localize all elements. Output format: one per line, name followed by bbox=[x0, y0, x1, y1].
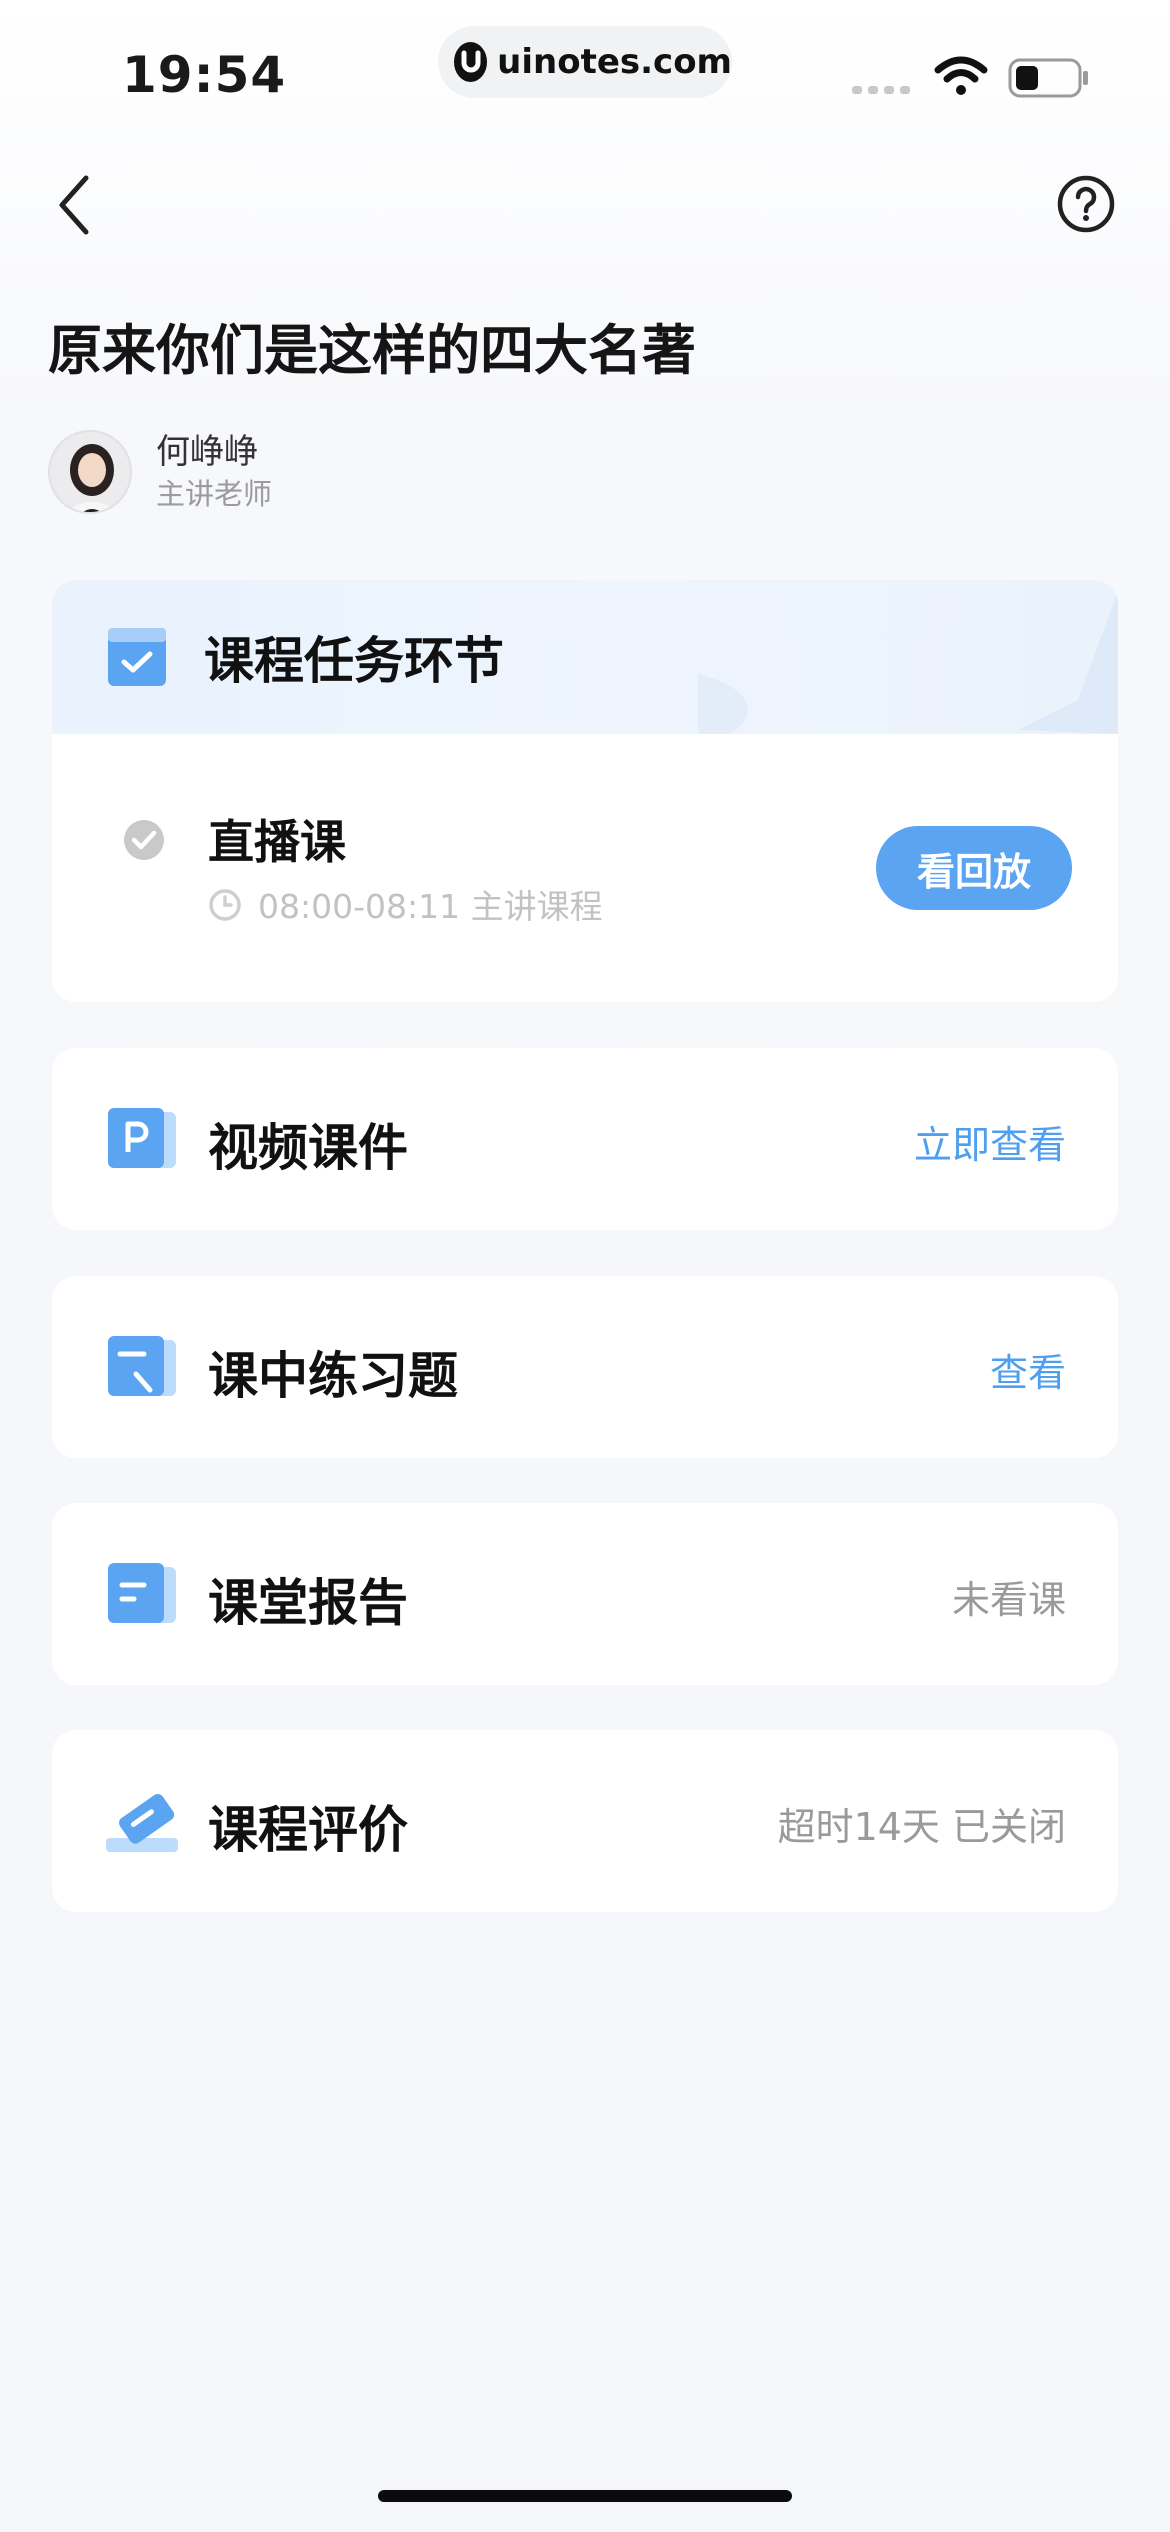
exercise-card[interactable]: 课中练习题 查看 bbox=[52, 1276, 1118, 1458]
report-status: 未看课 bbox=[951, 1578, 1066, 1622]
ppt-icon bbox=[108, 1108, 176, 1168]
status-time: 19:54 bbox=[122, 46, 287, 104]
course-evaluation-title: 课程评价 bbox=[208, 1801, 408, 1859]
watch-replay-button[interactable]: 看回放 bbox=[876, 826, 1072, 910]
help-button[interactable] bbox=[1056, 174, 1116, 234]
exercise-title: 课中练习题 bbox=[208, 1347, 458, 1405]
url-text: uinotes.com bbox=[497, 42, 732, 82]
report-icon bbox=[108, 1563, 176, 1623]
chevron-left-icon bbox=[59, 175, 89, 235]
exercise-icon bbox=[108, 1336, 176, 1396]
view-now-link[interactable]: 立即查看 bbox=[914, 1114, 1066, 1169]
header-decoration-icon bbox=[698, 590, 1118, 734]
url-pill[interactable]: uinotes.com bbox=[438, 26, 732, 98]
video-courseware-title: 视频课件 bbox=[208, 1119, 408, 1177]
eraser-icon bbox=[106, 1793, 178, 1852]
back-button[interactable] bbox=[50, 170, 100, 240]
course-evaluation-card[interactable]: 课程评价 超时14天 已关闭 bbox=[52, 1730, 1118, 1912]
live-class-title: 直播课 bbox=[208, 815, 346, 869]
class-report-card[interactable]: 课堂报告 未看课 bbox=[52, 1503, 1118, 1685]
teacher-name: 何峥峥 bbox=[156, 432, 258, 472]
course-task-card: 课程任务环节 bbox=[52, 580, 1118, 1002]
cellular-signal-icon bbox=[852, 86, 910, 94]
evaluation-status: 超时14天 已关闭 bbox=[777, 1805, 1066, 1849]
course-task-title: 课程任务环节 bbox=[204, 632, 504, 690]
site-logo-icon bbox=[454, 42, 488, 82]
status-bar: 19:54 uinotes.com bbox=[0, 0, 1170, 140]
live-class-time: 08:00-08:11 主讲课程 bbox=[258, 887, 603, 926]
page-title: 原来你们是这样的四大名著 bbox=[48, 319, 696, 382]
course-task-header: 课程任务环节 bbox=[52, 580, 1118, 734]
wifi-icon bbox=[934, 56, 988, 95]
battery-icon bbox=[1008, 58, 1088, 98]
view-exercise-link[interactable]: 查看 bbox=[990, 1342, 1066, 1397]
calendar-check-icon bbox=[108, 628, 166, 686]
clock-icon bbox=[209, 889, 241, 921]
teacher-info: 何峥峥 主讲老师 bbox=[48, 430, 272, 514]
question-circle-icon bbox=[1057, 175, 1115, 233]
check-circle-icon bbox=[124, 820, 164, 860]
avatar bbox=[48, 430, 132, 514]
teacher-role: 主讲老师 bbox=[156, 477, 273, 511]
home-indicator bbox=[378, 2490, 792, 2502]
video-courseware-card[interactable]: 视频课件 立即查看 bbox=[52, 1048, 1118, 1230]
class-report-title: 课堂报告 bbox=[208, 1574, 408, 1632]
